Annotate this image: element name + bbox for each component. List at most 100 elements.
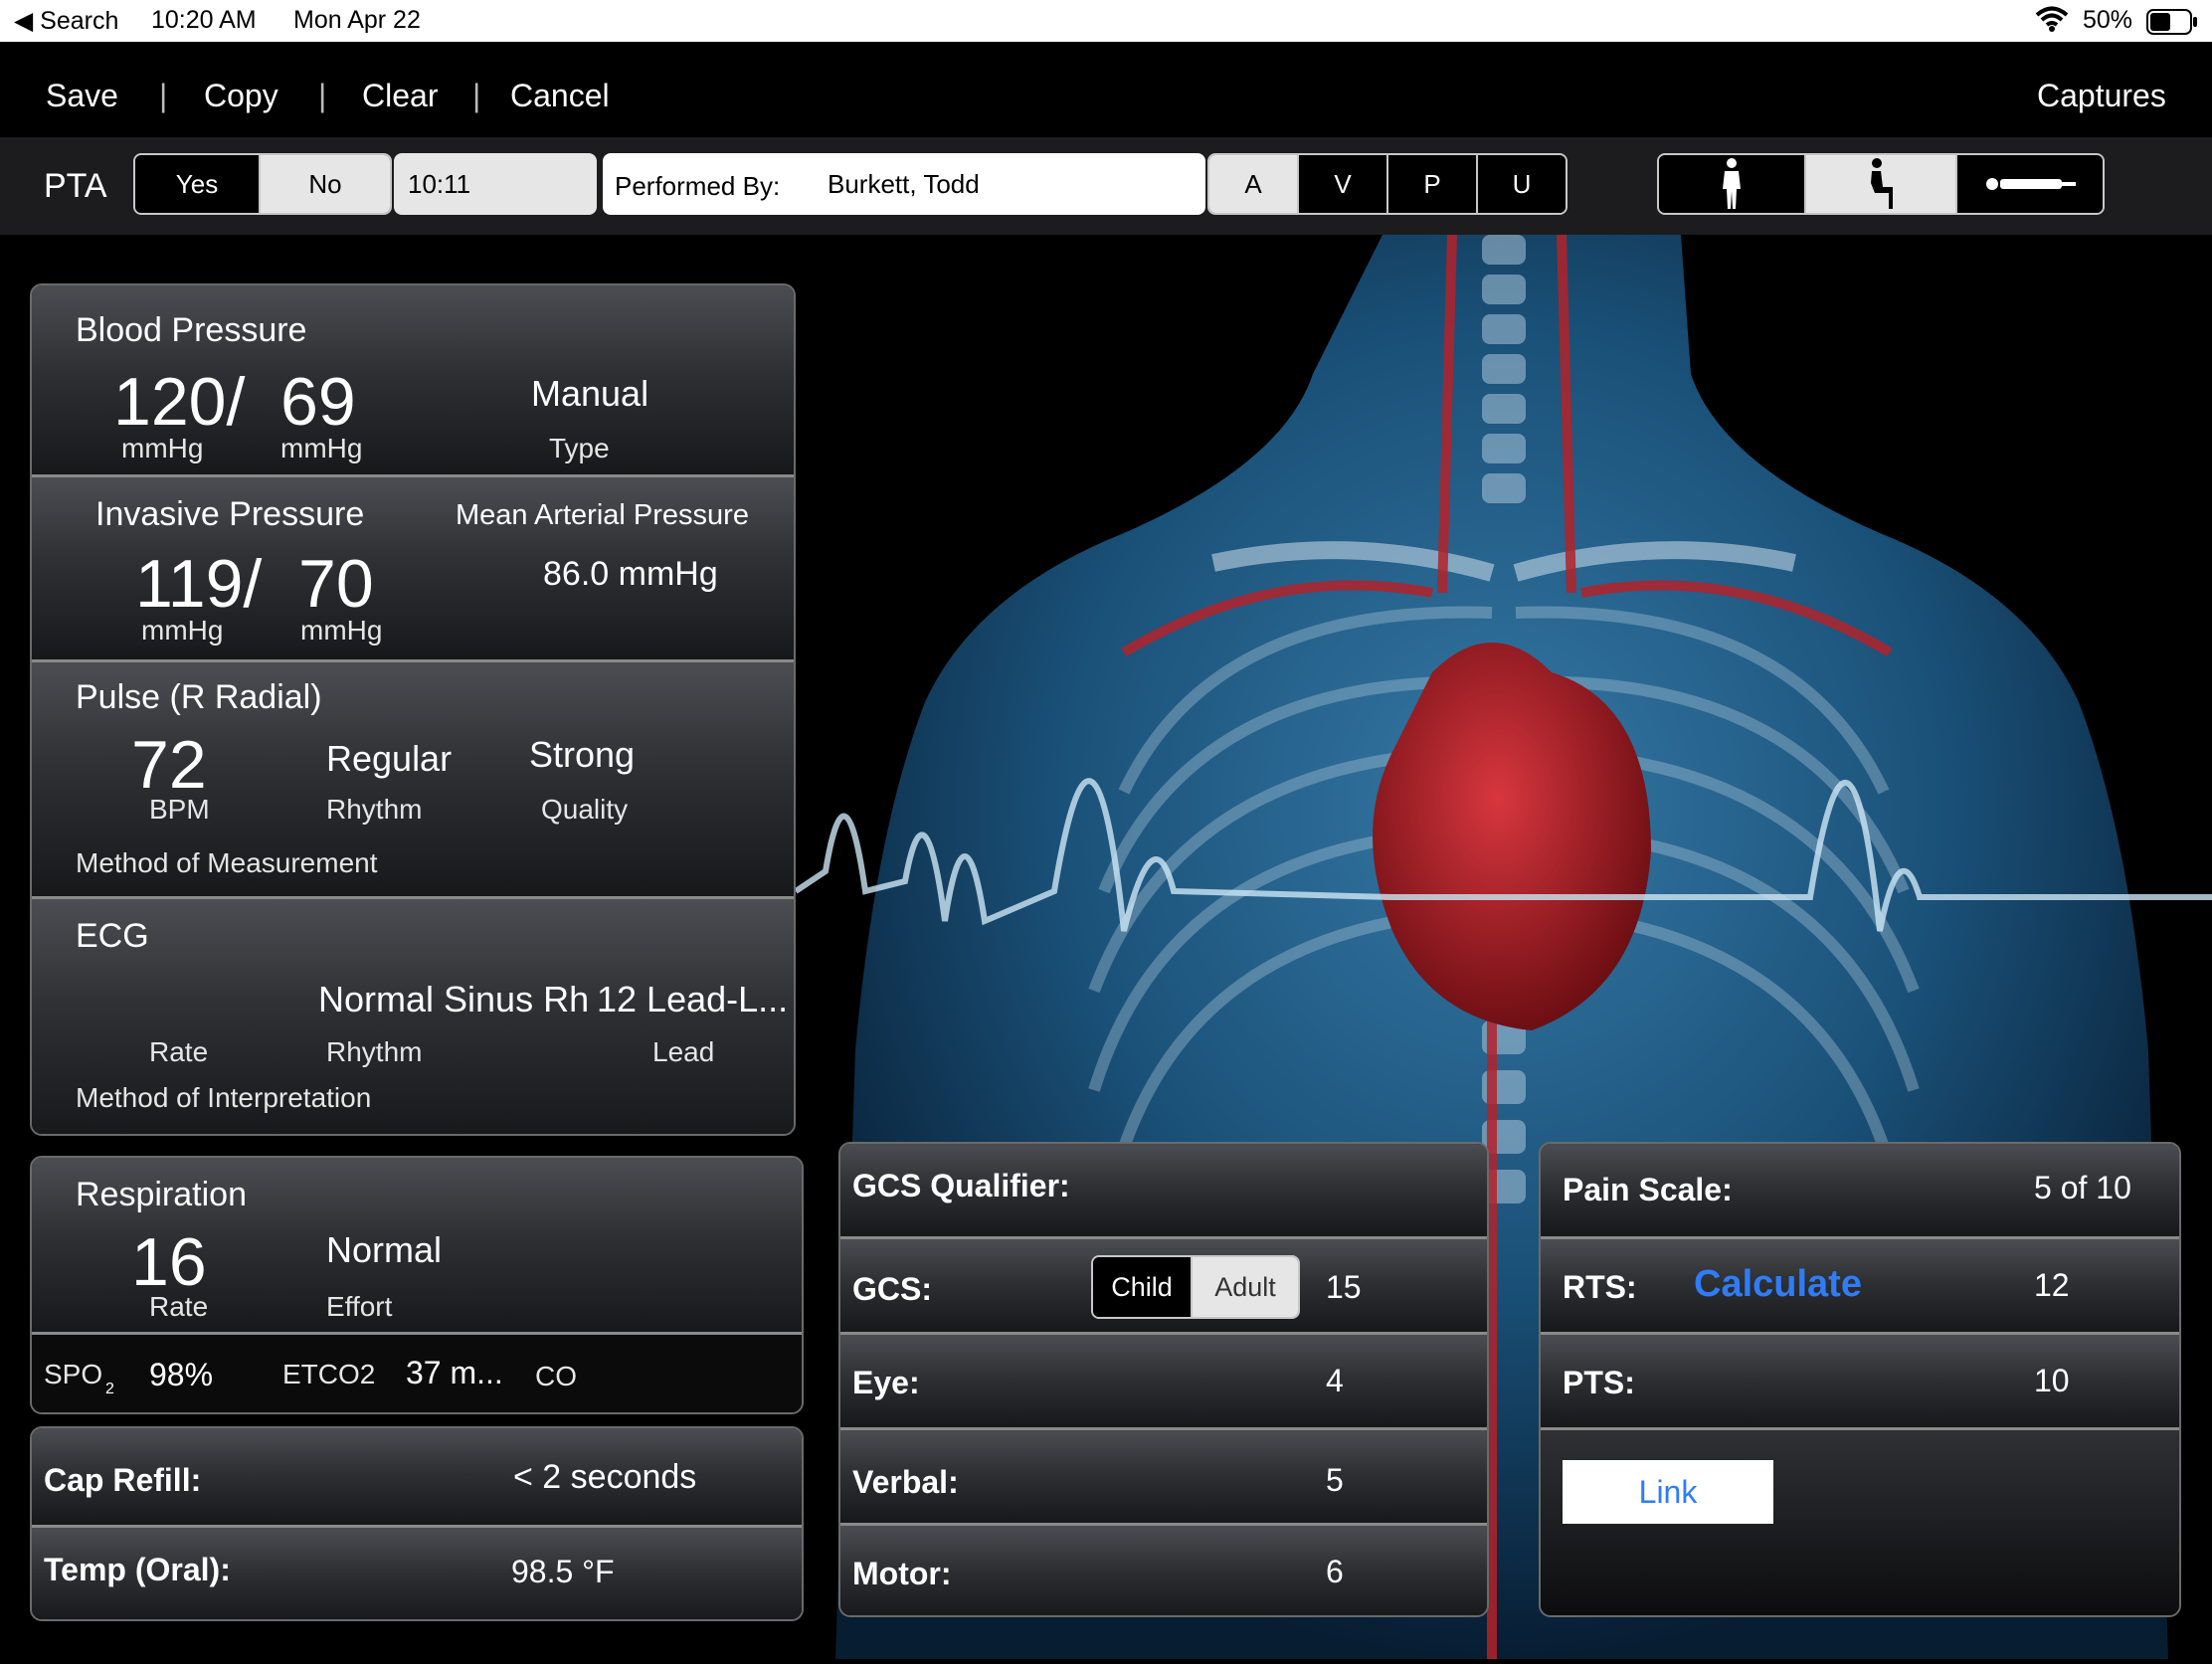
- gcs-panel: GCS Qualifier: GCS: Child Adult 15 Eye: …: [838, 1142, 1489, 1617]
- bp-type-value: Manual: [531, 373, 649, 414]
- respiration-rate: 16: [131, 1224, 207, 1300]
- pulse-method-label: Method of Measurement: [76, 847, 378, 878]
- invasive-pressure-section[interactable]: Invasive Pressure 119/ 70 mmHg mmHg Mean…: [32, 477, 794, 662]
- temp-value: 98.5 °F: [511, 1554, 615, 1589]
- spo2-subscript: 2: [105, 1381, 114, 1397]
- ip-systolic-unit: mmHg: [141, 615, 224, 646]
- gcs-adult-button[interactable]: Adult: [1193, 1257, 1298, 1317]
- gcs-eye-value: 4: [1326, 1363, 1344, 1398]
- lying-position-button[interactable]: [1957, 155, 2103, 213]
- pta-no-button[interactable]: No: [261, 155, 390, 213]
- respiration-effort-label: Effort: [326, 1291, 393, 1322]
- gcs-eye-row[interactable]: Eye: 4: [840, 1335, 1487, 1430]
- spo2-label: SPO: [44, 1359, 103, 1389]
- sitting-person-icon: [1871, 158, 1893, 209]
- rts-calculate-button[interactable]: Calculate: [1694, 1263, 1862, 1306]
- avpu-selector: A V P U: [1207, 153, 1567, 215]
- performed-by-value: Burkett, Todd: [828, 169, 980, 199]
- ecg-lead-label: Lead: [652, 1036, 715, 1067]
- gcs-verbal-row[interactable]: Verbal: 5: [840, 1430, 1487, 1526]
- nav-separator: |: [159, 78, 168, 113]
- gcs-row[interactable]: GCS: Child Adult 15: [840, 1239, 1487, 1335]
- clear-button[interactable]: Clear: [362, 78, 438, 114]
- time-field[interactable]: 10:11: [394, 153, 597, 215]
- etco2-label: ETCO2: [282, 1359, 376, 1389]
- position-selector: [1657, 153, 2105, 215]
- pain-scale-value: 5 of 10: [2034, 1170, 2131, 1205]
- gcs-motor-label: Motor:: [852, 1556, 952, 1591]
- gcs-qualifier-label: GCS Qualifier:: [852, 1168, 1070, 1203]
- lying-person-icon: [1986, 178, 2076, 190]
- respiration-section[interactable]: Respiration 16 Rate Normal Effort: [32, 1158, 802, 1335]
- gcs-qualifier-row[interactable]: GCS Qualifier:: [840, 1144, 1487, 1239]
- pulse-rhythm-value: Regular: [326, 738, 453, 779]
- back-to-search-link[interactable]: ◀ Search: [14, 6, 118, 36]
- gcs-total-value: 15: [1326, 1269, 1362, 1305]
- link-row: Link: [1541, 1430, 2179, 1615]
- avpu-u-button[interactable]: U: [1478, 155, 1566, 213]
- performed-by-field[interactable]: Performed By: Burkett, Todd: [603, 153, 1205, 215]
- ecg-rhythm-value: Normal Sinus Rh: [318, 979, 590, 1019]
- battery-icon: [2146, 9, 2198, 42]
- pain-scale-label: Pain Scale:: [1563, 1172, 1733, 1207]
- gcs-label: GCS:: [852, 1271, 932, 1307]
- wifi-icon: [2035, 4, 2069, 41]
- bp-diastolic: 69: [280, 364, 356, 440]
- bp-type-label: Type: [549, 433, 610, 463]
- temp-row[interactable]: Temp (Oral): 98.5 °F: [32, 1528, 802, 1619]
- ecg-section[interactable]: ECG Normal Sinus Rh 12 Lead-L... Rate Rh…: [32, 899, 794, 1134]
- temp-label: Temp (Oral):: [44, 1552, 231, 1587]
- ecg-rate-label: Rate: [149, 1036, 209, 1067]
- cap-refill-row[interactable]: Cap Refill: < 2 seconds: [32, 1428, 802, 1528]
- toolbar: PTA Yes No 10:11 Performed By: Burkett, …: [0, 137, 2212, 235]
- pulse-rhythm-label: Rhythm: [326, 794, 423, 825]
- pta-toggle: Yes No: [133, 153, 392, 215]
- avpu-v-button[interactable]: V: [1299, 155, 1388, 213]
- cap-temp-panel: Cap Refill: < 2 seconds Temp (Oral): 98.…: [30, 1426, 804, 1621]
- gcs-eye-label: Eye:: [852, 1365, 920, 1400]
- cap-refill-value: < 2 seconds: [513, 1458, 697, 1496]
- gcs-motor-value: 6: [1326, 1554, 1344, 1589]
- sitting-position-button[interactable]: [1806, 155, 1957, 213]
- status-bar: ◀ Search 10:20 AM Mon Apr 22 50%: [0, 0, 2212, 42]
- ip-systolic: 119/: [135, 546, 263, 622]
- spo2-value: 98%: [149, 1357, 214, 1392]
- pts-row[interactable]: PTS: 10: [1541, 1335, 2179, 1430]
- etco2-value: 37 m...: [406, 1355, 503, 1390]
- nav-bar: Save | Copy | Clear | Cancel Captures: [0, 42, 2212, 137]
- cap-refill-label: Cap Refill:: [44, 1462, 202, 1498]
- status-date: Mon Apr 22: [293, 6, 421, 34]
- respiration-rate-label: Rate: [149, 1291, 209, 1322]
- standing-position-button[interactable]: [1659, 155, 1806, 213]
- pulse-section[interactable]: Pulse (R Radial) 72 BPM Regular Rhythm S…: [32, 662, 794, 899]
- ecg-lead-value: 12 Lead-L...: [597, 979, 789, 1019]
- pts-label: PTS:: [1563, 1365, 1635, 1400]
- avpu-p-button[interactable]: P: [1388, 155, 1478, 213]
- bp-systolic: 120/: [113, 364, 246, 440]
- ecg-rhythm-label: Rhythm: [326, 1036, 423, 1067]
- pain-scale-row[interactable]: Pain Scale: 5 of 10: [1541, 1144, 2179, 1239]
- rts-value: 12: [2034, 1267, 2070, 1303]
- blood-pressure-title: Blood Pressure: [76, 311, 307, 349]
- nav-separator: |: [472, 78, 481, 113]
- gcs-motor-row[interactable]: Motor: 6: [840, 1526, 1487, 1615]
- bp-systolic-unit: mmHg: [121, 433, 204, 463]
- copy-button[interactable]: Copy: [204, 78, 278, 114]
- pta-yes-button[interactable]: Yes: [135, 155, 261, 213]
- rts-row[interactable]: RTS: Calculate 12: [1541, 1239, 2179, 1335]
- pulse-rate-unit: BPM: [149, 794, 210, 825]
- captures-button[interactable]: Captures: [2037, 78, 2166, 114]
- status-time: 10:20 AM: [151, 6, 257, 34]
- save-button[interactable]: Save: [46, 78, 118, 114]
- ip-diastolic: 70: [298, 546, 374, 622]
- pta-label: PTA: [44, 167, 107, 205]
- cancel-button[interactable]: Cancel: [510, 78, 610, 114]
- spo2-etco2-row[interactable]: SPO 2 98% ETCO2 37 m... CO: [32, 1335, 802, 1412]
- pulse-quality-label: Quality: [541, 794, 629, 825]
- gcs-child-button[interactable]: Child: [1093, 1257, 1193, 1317]
- map-label: Mean Arterial Pressure: [456, 499, 749, 531]
- gcs-verbal-label: Verbal:: [852, 1464, 959, 1500]
- link-button[interactable]: Link: [1563, 1460, 1773, 1524]
- blood-pressure-section[interactable]: Blood Pressure 120/ 69 mmHg mmHg Manual …: [32, 285, 794, 477]
- avpu-a-button[interactable]: A: [1209, 155, 1299, 213]
